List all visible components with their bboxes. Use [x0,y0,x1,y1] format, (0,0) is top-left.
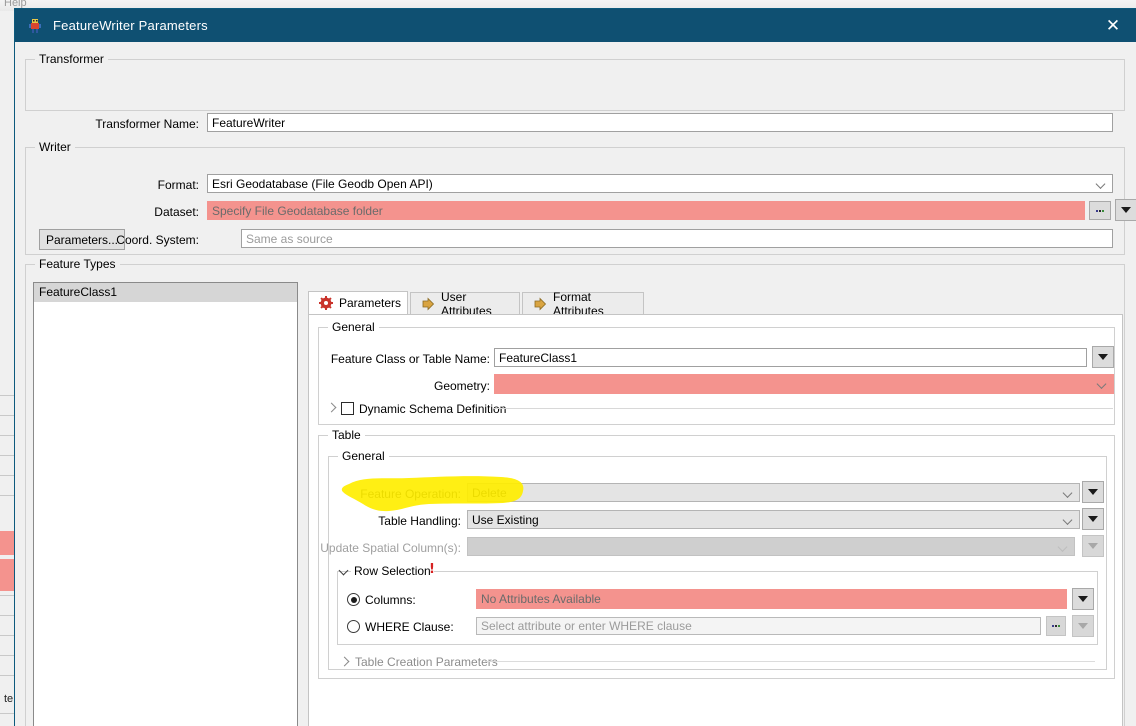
feature-types-group-legend: Feature Types [35,257,120,271]
transformer-name-label: Transformer Name: [95,117,199,131]
where-clause-input[interactable]: Select attribute or enter WHERE clause [476,617,1041,635]
arrow-right-icon [533,297,547,311]
update-spatial-columns-combobox [467,537,1075,556]
dialog-titlebar: FeatureWriter Parameters ✕ [15,9,1136,42]
tab-parameters[interactable]: Parameters [308,291,408,314]
writer-group-legend: Writer [35,140,75,154]
coord-system-input[interactable]: Same as source [241,229,1113,248]
feature-operation-combobox[interactable]: Delete [467,483,1080,502]
table-handling-label: Table Handling: [378,514,461,528]
tab-parameters-label: Parameters [339,296,402,310]
triangle-down-icon [1088,516,1098,522]
feature-operation-value: Delete [472,485,507,500]
row-selection-legend: Row Selection [351,564,434,578]
geometry-label: Geometry: [433,379,490,393]
triangle-down-icon [1078,596,1088,602]
ellipsis-icon [1052,625,1060,627]
table-general-group-legend: General [338,449,389,463]
dataset-label: Dataset: [154,205,199,219]
dataset-dropdown-button[interactable] [1115,199,1136,221]
dynamic-schema-label: Dynamic Schema Definition [359,402,507,416]
format-value: Esri Geodatabase (File Geodb Open API) [212,176,433,191]
format-label: Format: [157,178,199,192]
dynamic-schema-expander-icon[interactable] [326,402,338,414]
table-handling-value: Use Existing [472,512,539,527]
fme-transformer-icon [27,18,43,34]
update-spatial-columns-label: Update Spatial Column(s): [320,541,461,555]
dataset-input[interactable]: Specify File Geodatabase folder [207,201,1085,220]
background-sliver-text: te [4,693,14,705]
table-creation-parameters-legend: Table Creation Parameters [352,655,501,669]
chevron-down-icon [1098,380,1107,389]
general-group-legend: General [328,320,379,334]
feature-types-listbox[interactable]: FeatureClass1 [33,282,298,726]
triangle-down-icon [1078,623,1088,629]
dynamic-schema-divider [493,408,1113,409]
columns-radio[interactable] [347,593,360,606]
row-selection-expander-icon[interactable] [339,566,351,578]
feature-class-name-input[interactable]: FeatureClass1 [494,348,1087,367]
columns-label: Columns: [365,593,416,607]
warning-icon: ! [429,562,435,577]
chevron-down-icon [1064,488,1073,497]
table-handling-combobox[interactable]: Use Existing [467,510,1080,529]
transformer-name-input[interactable]: FeatureWriter [207,113,1113,132]
feature-operation-label: Feature Operation: [360,487,461,501]
format-combobox[interactable]: Esri Geodatabase (File Geodb Open API) [207,174,1113,193]
list-item[interactable]: FeatureClass1 [34,283,297,302]
where-clause-dropdown-button [1072,615,1094,637]
featurewriter-parameters-dialog: FeatureWriter Parameters ✕ Transformer T… [14,8,1136,726]
chevron-down-icon [1064,515,1073,524]
feature-class-name-label: Feature Class or Table Name: [330,352,490,366]
where-clause-radio[interactable] [347,620,360,633]
feature-class-name-dropdown-button[interactable] [1092,346,1114,368]
close-icon[interactable]: ✕ [1090,9,1136,42]
triangle-down-icon [1098,354,1108,360]
transformer-group: Transformer [25,52,1125,111]
tab-user-attributes[interactable]: User Attributes [410,290,520,318]
ellipsis-icon [1096,209,1104,212]
columns-input[interactable]: No Attributes Available [476,589,1067,609]
coord-system-label: Coord. System: [116,233,199,247]
table-creation-divider [485,661,1095,662]
table-creation-expander-icon[interactable] [339,656,351,668]
columns-dropdown-button[interactable] [1072,588,1094,610]
triangle-down-icon [1121,207,1131,213]
where-clause-label: WHERE Clause: [365,620,454,634]
table-handling-dropdown-button[interactable] [1082,508,1104,530]
gear-icon [319,296,333,310]
triangle-down-icon [1088,543,1098,549]
dataset-browse-button[interactable] [1089,201,1111,220]
arrow-right-icon [421,297,435,311]
triangle-down-icon [1088,489,1098,495]
dynamic-schema-checkbox[interactable] [341,402,354,415]
update-spatial-columns-dropdown-button [1082,535,1104,557]
chevron-down-icon [1059,542,1068,551]
table-group-legend: Table [328,428,365,442]
geometry-combobox[interactable] [494,374,1114,394]
chevron-down-icon [1097,179,1106,188]
dialog-title: FeatureWriter Parameters [53,18,208,33]
transformer-group-legend: Transformer [35,52,108,66]
feature-operation-dropdown-button[interactable] [1082,481,1104,503]
where-clause-browse-button[interactable] [1046,616,1066,636]
tab-format-attributes[interactable]: Format Attributes [522,290,644,318]
